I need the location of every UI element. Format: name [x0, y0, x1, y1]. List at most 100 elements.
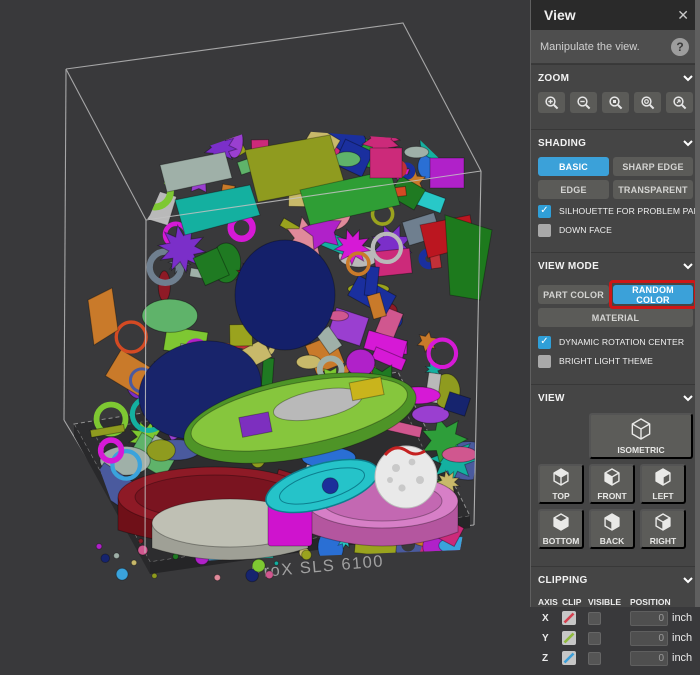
section-view: VIEW ISOMETRIC TOP FRONT LEFT: [531, 384, 700, 556]
chevron-down-icon: [683, 75, 693, 82]
zoom-extents-button[interactable]: [634, 92, 661, 113]
shading-basic-button[interactable]: BASIC: [538, 157, 609, 176]
axis-label: Z: [538, 653, 562, 664]
position-z-input[interactable]: [630, 651, 668, 666]
checkbox-label: DOWN FACE: [559, 225, 612, 235]
clip-stripe-icon: [562, 651, 576, 665]
section-view-mode: VIEW MODE PART COLOR RANDOM COLOR MATERI…: [531, 252, 700, 375]
checkbox-bright-light-theme[interactable]: BRIGHT LIGHT THEME: [538, 354, 693, 368]
clip-y-checkbox[interactable]: [562, 631, 576, 645]
section-view-header[interactable]: VIEW: [538, 388, 693, 409]
shading-transparent-button[interactable]: TRANSPARENT: [613, 180, 693, 199]
clipping-header-visible: VISIBLE: [588, 597, 630, 607]
panel-titlebar: View ✕: [531, 0, 700, 30]
shading-edge-button[interactable]: EDGE: [538, 180, 609, 199]
view-panel: View ✕ Manipulate the view. ? ZOOM: [530, 0, 700, 607]
checkbox-label: BRIGHT LIGHT THEME: [559, 356, 653, 366]
view-left-label: LEFT: [652, 491, 673, 501]
clipping-header-axis: AXIS: [538, 597, 562, 607]
view-right-button[interactable]: RIGHT: [640, 509, 686, 549]
view-top-label: TOP: [552, 491, 569, 501]
view-back-label: BACK: [600, 536, 625, 546]
zoom-fit-button[interactable]: [666, 92, 693, 113]
checkbox-box[interactable]: ✓: [538, 336, 551, 349]
section-zoom: ZOOM: [531, 64, 700, 120]
clipping-row-x: X inch: [538, 608, 693, 628]
cube-back-icon: [603, 513, 621, 533]
zoom-out-icon: [576, 95, 592, 111]
zoom-extents-icon: [640, 95, 656, 111]
view-back-button[interactable]: BACK: [589, 509, 635, 549]
cube-front-icon: [603, 468, 621, 488]
view-grid-spacer: [538, 413, 584, 459]
checkbox-down-face[interactable]: DOWN FACE: [538, 223, 693, 237]
checkbox-silhouette-for-problem-parts[interactable]: ✓ SILHOUETTE FOR PROBLEM PARTS: [538, 204, 693, 218]
view-front-button[interactable]: FRONT: [589, 464, 635, 504]
view-bottom-label: BOTTOM: [543, 536, 580, 546]
view-mode-part-color-button[interactable]: PART COLOR: [538, 285, 609, 304]
checkbox-label: DYNAMIC ROTATION CENTER: [559, 337, 684, 347]
section-shading-header[interactable]: SHADING: [538, 133, 693, 154]
zoom-window-button[interactable]: [602, 92, 629, 113]
section-zoom-label: ZOOM: [538, 73, 569, 84]
unit-label: inch: [672, 652, 700, 664]
view-front-label: FRONT: [597, 491, 626, 501]
unit-label: inch: [672, 632, 700, 644]
shading-sharp-edge-button[interactable]: SHARP EDGE: [613, 157, 693, 176]
view-mode-random-color-button[interactable]: RANDOM COLOR: [613, 285, 693, 304]
checkbox-box[interactable]: [538, 355, 551, 368]
visible-y-checkbox[interactable]: [588, 632, 601, 645]
visible-x-checkbox[interactable]: [588, 612, 601, 625]
cube-right-icon: [654, 513, 672, 533]
view-isometric-button[interactable]: ISOMETRIC: [589, 413, 693, 459]
position-y-input[interactable]: [630, 631, 668, 646]
checkbox-box[interactable]: [538, 224, 551, 237]
zoom-fit-icon: [672, 95, 688, 111]
chevron-down-icon: [683, 577, 693, 584]
view-left-button[interactable]: LEFT: [640, 464, 686, 504]
clip-x-checkbox[interactable]: [562, 611, 576, 625]
view-right-label: RIGHT: [650, 536, 676, 546]
checkbox-label: SILHOUETTE FOR PROBLEM PARTS: [559, 206, 700, 216]
clip-z-checkbox[interactable]: [562, 651, 576, 665]
close-icon[interactable]: ✕: [677, 8, 689, 22]
position-x-input[interactable]: [630, 611, 668, 626]
zoom-buttons: [538, 92, 693, 113]
view-bottom-button[interactable]: BOTTOM: [538, 509, 584, 549]
axis-label: Y: [538, 633, 562, 644]
unit-label: inch: [672, 612, 700, 624]
section-clipping-header[interactable]: CLIPPING: [538, 570, 693, 591]
cube-isometric-icon: [630, 418, 652, 442]
section-view-label: VIEW: [538, 393, 565, 404]
section-view-mode-header[interactable]: VIEW MODE: [538, 256, 693, 277]
viewport-3d-scene[interactable]: ProX SLS 6100: [0, 0, 530, 607]
chevron-down-icon: [683, 395, 693, 402]
panel-title: View: [544, 7, 576, 23]
cube-top-icon: [552, 468, 570, 488]
view-mode-material-button[interactable]: MATERIAL: [538, 308, 693, 327]
section-zoom-header[interactable]: ZOOM: [538, 68, 693, 89]
viewport-3d[interactable]: ProX SLS 6100: [0, 0, 530, 607]
section-clipping-label: CLIPPING: [538, 575, 588, 586]
view-isometric-label: ISOMETRIC: [617, 445, 664, 455]
chevron-down-icon: [683, 263, 693, 270]
zoom-in-button[interactable]: [538, 92, 565, 113]
clipping-header-position: POSITION: [630, 597, 671, 607]
panel-description: Manipulate the view.: [540, 41, 640, 53]
zoom-in-icon: [544, 95, 560, 111]
chevron-down-icon: [683, 140, 693, 147]
clipping-row-y: Y inch: [538, 628, 693, 648]
panel-description-row: Manipulate the view. ?: [531, 30, 700, 64]
panel-scrollbar-thumb[interactable]: [695, 0, 700, 607]
axis-label: X: [538, 613, 562, 624]
checkbox-box[interactable]: ✓: [538, 205, 551, 218]
panel-scrollbar[interactable]: [695, 0, 700, 607]
cube-bottom-icon: [552, 513, 570, 533]
section-shading: SHADING BASIC SHARP EDGE EDGE TRANSPAREN…: [531, 129, 700, 244]
help-icon[interactable]: ?: [671, 38, 689, 56]
view-top-button[interactable]: TOP: [538, 464, 584, 504]
zoom-out-button[interactable]: [570, 92, 597, 113]
section-clipping: CLIPPING AXIS CLIP VISIBLE POSITION X in…: [531, 566, 700, 675]
checkbox-dynamic-rotation-center[interactable]: ✓ DYNAMIC ROTATION CENTER: [538, 335, 693, 349]
visible-z-checkbox[interactable]: [588, 652, 601, 665]
